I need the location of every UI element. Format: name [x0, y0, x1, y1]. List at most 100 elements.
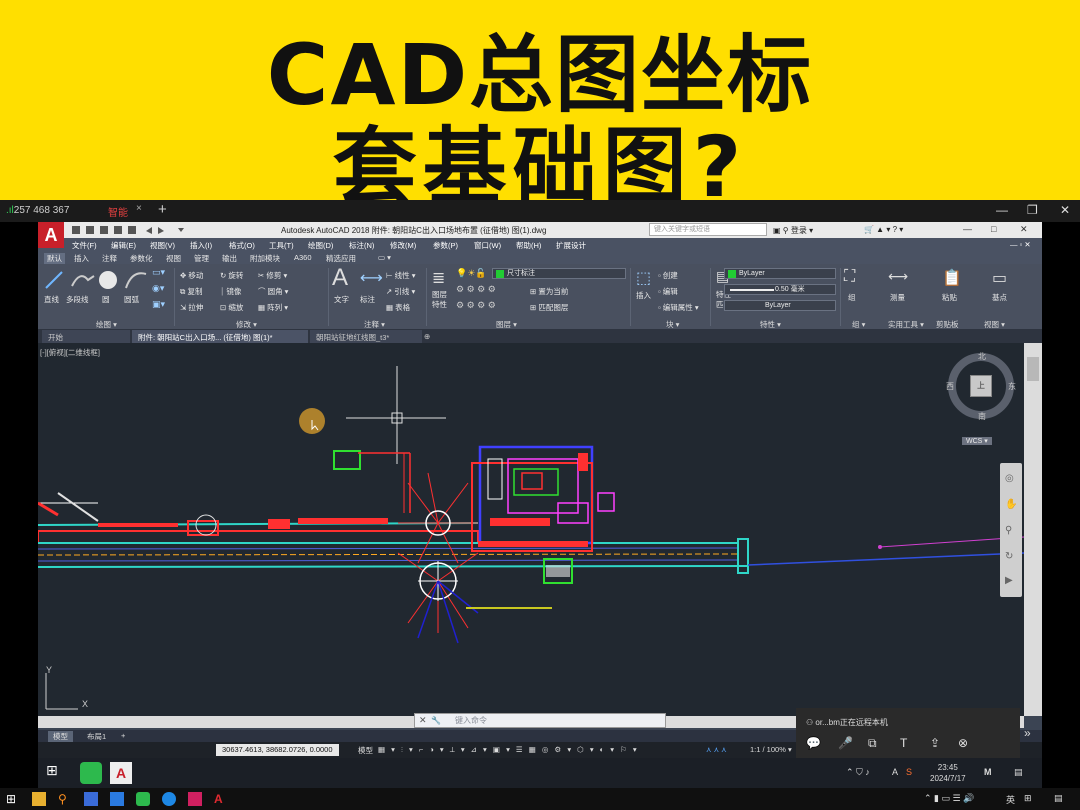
move-button[interactable]: ✥ 移动: [180, 270, 203, 281]
annotation-scale-icon[interactable]: ⋏ ⋏ ⋏: [706, 745, 727, 754]
dimension-icon[interactable]: ⟷: [360, 268, 383, 288]
remote-clock[interactable]: 23:45 2024/7/17: [930, 762, 966, 784]
layer-properties-button[interactable]: 图层 特性: [432, 290, 447, 310]
make-current-button[interactable]: ⊞ 置为当前: [530, 286, 568, 297]
annotation-scale-dropdown[interactable]: 1:1 / 100% ▾: [750, 745, 792, 754]
search-icon[interactable]: ⚲: [58, 792, 72, 806]
insert-button[interactable]: 插入: [636, 290, 651, 301]
microphone-icon[interactable]: 🎤: [838, 736, 853, 750]
menu-parametric[interactable]: 参数(P): [433, 240, 458, 251]
tab-home[interactable]: 默认: [44, 253, 65, 264]
text-button[interactable]: 文字: [334, 294, 349, 305]
menu-help[interactable]: 帮助(H): [516, 240, 541, 251]
menu-view[interactable]: 视图(V): [150, 240, 175, 251]
linetype-dropdown[interactable]: ByLayer: [724, 300, 836, 311]
clipboard-icon[interactable]: 📋: [942, 268, 962, 288]
vertical-scrollbar[interactable]: [1024, 343, 1042, 716]
text-input-icon[interactable]: T: [900, 736, 907, 750]
command-close-icon[interactable]: ✕: [419, 714, 427, 727]
autocad-taskbar-icon[interactable]: A: [214, 792, 228, 806]
lightbulb-icon[interactable]: 💡☀🔓: [456, 268, 486, 279]
menu-insert[interactable]: 插入(I): [190, 240, 212, 251]
app-icon[interactable]: [84, 792, 98, 806]
scale-button[interactable]: ⊡ 缩放: [220, 302, 243, 313]
tray-s-icon[interactable]: S: [906, 767, 912, 777]
remote-restore-button[interactable]: ❐: [1027, 203, 1038, 217]
tray-icons[interactable]: ⌃ ▮ ▭ ☰ 🔊: [924, 793, 974, 804]
disconnect-icon[interactable]: ⊗: [958, 736, 968, 750]
tab-featured-apps[interactable]: 精选应用: [326, 253, 356, 264]
layer-tools-icon[interactable]: ⚙ ⚙ ⚙ ⚙: [456, 284, 496, 295]
tray-a-icon[interactable]: A: [892, 767, 898, 777]
wechat-icon[interactable]: [80, 762, 102, 784]
full-navigation-wheel-icon[interactable]: ◎: [1005, 473, 1014, 484]
remote-minimize-button[interactable]: —: [996, 203, 1008, 217]
rotate-button[interactable]: ↻ 旋转: [220, 270, 243, 281]
layer-properties-icon[interactable]: ≣: [432, 268, 445, 288]
expand-panel-button[interactable]: »: [1024, 726, 1031, 740]
circle-button[interactable]: 圆: [102, 294, 110, 305]
notification-icon[interactable]: ▤: [1014, 767, 1023, 778]
command-line[interactable]: ✕ 🔧 键入命令: [414, 713, 666, 728]
session-tab-close-icon[interactable]: ×: [136, 203, 142, 214]
ribbon-options-icon[interactable]: ▭ ▾: [378, 253, 391, 262]
viewcube[interactable]: 上: [948, 353, 1014, 419]
tab-addins[interactable]: 附加模块: [250, 253, 280, 264]
insert-block-icon[interactable]: ⬚: [636, 268, 651, 288]
ime-mode-icon[interactable]: ⊞: [1024, 793, 1032, 804]
viewcube-east[interactable]: 东: [1008, 381, 1016, 392]
viewcube-west[interactable]: 西: [946, 381, 954, 392]
help-button[interactable]: 🛒 ▲ ▾ ? ▾: [864, 225, 903, 234]
text-icon[interactable]: A: [332, 264, 348, 292]
acad-maximize-button[interactable]: □: [991, 224, 996, 234]
new-tab-button[interactable]: +: [158, 201, 167, 218]
viewcube-north[interactable]: 北: [978, 351, 986, 362]
status-toggle-icons[interactable]: ▦ ▾ ⫶ ▾ ⌐ ◑ ▾ ⟂ ▾ ⊿ ▾ ▣ ▾ ☰ ▦ ◎ ⚙ ▾ ⬡ ▾ …: [378, 745, 639, 755]
quick-access-toolbar[interactable]: [68, 225, 198, 237]
search-input[interactable]: 键入关键字或短语: [649, 223, 767, 236]
layer-dropdown[interactable]: 尺寸标注: [492, 268, 626, 279]
leader-button[interactable]: ↗ 引线 ▾: [386, 286, 415, 297]
group-icon[interactable]: ⛶: [844, 268, 855, 286]
session-tab[interactable]: 智能: [108, 204, 128, 219]
copy-button[interactable]: ⧉ 复制: [180, 286, 202, 297]
autocad-logo-button[interactable]: A: [38, 222, 64, 248]
stretch-button[interactable]: ⇲ 拉伸: [180, 302, 203, 313]
file-transfer-icon[interactable]: ⇪: [930, 736, 940, 750]
tab-view[interactable]: 视图: [166, 253, 181, 264]
quick-access-icons[interactable]: [68, 225, 198, 235]
orbit-icon[interactable]: ↻: [1005, 551, 1013, 562]
screenshot-icon[interactable]: ⧉: [868, 736, 877, 751]
pan-icon[interactable]: ✋: [1005, 499, 1017, 510]
paste-button[interactable]: 粘贴: [942, 292, 957, 303]
region-icon[interactable]: ▣▾: [152, 299, 165, 310]
remote-close-button[interactable]: ✕: [1060, 203, 1070, 217]
create-block-button[interactable]: ▫ 创建: [658, 270, 678, 281]
base-view-button[interactable]: 基点: [992, 292, 1007, 303]
new-layout-button[interactable]: +: [116, 731, 130, 740]
trim-button[interactable]: ✂ 修剪 ▾: [258, 270, 287, 281]
drawing-canvas[interactable]: [-][俯视][二维线框] Y X 上 北 南 西 东 WCS ▾ ◎ ✋ ⚲ …: [38, 343, 1024, 716]
menu-file[interactable]: 文件(F): [72, 240, 97, 251]
edit-attributes-button[interactable]: ▫ 编辑属性 ▾: [658, 302, 699, 313]
group-button[interactable]: 组: [848, 292, 856, 303]
wechat-icon[interactable]: [136, 792, 150, 806]
fillet-button[interactable]: ⌒ 圆角 ▾: [258, 286, 288, 297]
table-button[interactable]: ▦ 表格: [386, 302, 410, 313]
menu-tools[interactable]: 工具(T): [269, 240, 294, 251]
draw-tools-icons[interactable]: [42, 266, 152, 296]
tray-m-icon[interactable]: M: [984, 767, 992, 777]
menu-dimension[interactable]: 标注(N): [349, 240, 374, 251]
menu-window[interactable]: 窗口(W): [474, 240, 501, 251]
array-button[interactable]: ▦ 阵列 ▾: [258, 302, 288, 313]
menu-modify[interactable]: 修改(M): [390, 240, 416, 251]
line-button[interactable]: 直线: [44, 294, 59, 305]
windows-start-icon[interactable]: ⊞: [46, 762, 68, 784]
tray-icons[interactable]: ⌃ ⛉ ♪: [846, 767, 870, 778]
command-input[interactable]: 键入命令: [455, 714, 487, 727]
dimension-button[interactable]: 标注: [360, 294, 375, 305]
media-app-icon[interactable]: [188, 792, 202, 806]
base-view-icon[interactable]: ▭: [992, 268, 1007, 288]
file-explorer-icon[interactable]: [32, 792, 46, 806]
menu-draw[interactable]: 绘图(D): [308, 240, 333, 251]
